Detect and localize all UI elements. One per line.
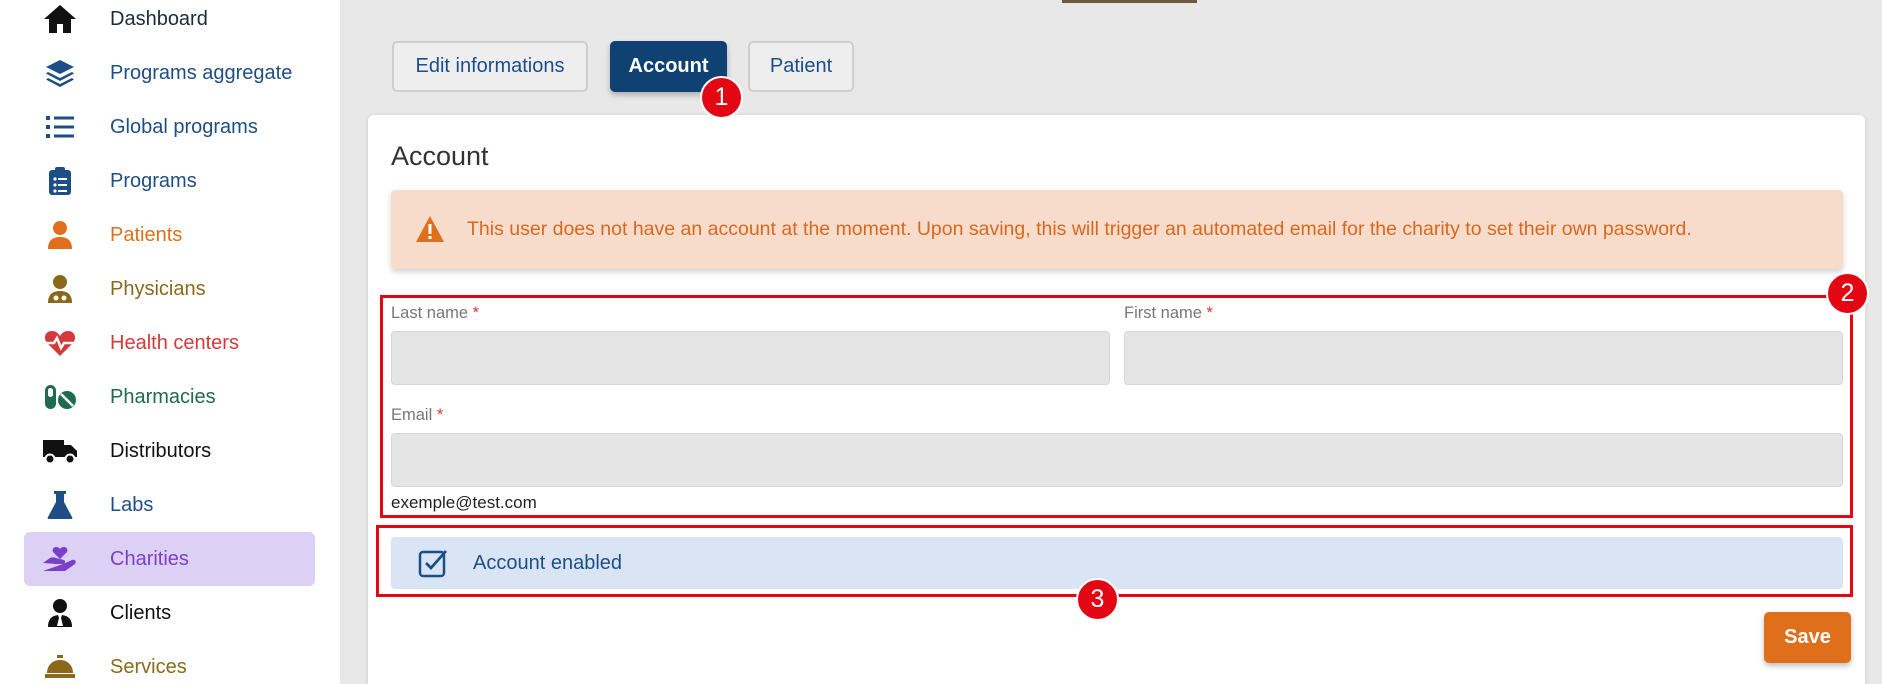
layers-icon: [40, 53, 80, 93]
account-enabled-label: Account enabled: [473, 551, 623, 574]
hand-holding-heart-icon: [40, 539, 80, 579]
sidebar-item-label: Dashboard: [110, 7, 208, 30]
concierge-bell-icon: [40, 647, 80, 684]
email-label: Email *: [391, 406, 444, 424]
warning-triangle-icon: [415, 215, 445, 245]
checkbox-checked-icon: [418, 548, 448, 578]
list-icon: [40, 107, 80, 147]
clipboard-list-icon: [40, 161, 80, 201]
sidebar-item-label: Pharmacies: [110, 385, 216, 408]
first-name-input[interactable]: [1124, 331, 1843, 385]
sidebar-item-clients[interactable]: Clients: [24, 586, 315, 640]
first-name-label: First name *: [1124, 304, 1213, 322]
email-input[interactable]: [391, 433, 1843, 487]
sidebar-item-label: Programs: [110, 169, 197, 192]
sidebar-item-health-centers[interactable]: Health centers: [24, 316, 315, 370]
account-alert: This user does not have an account at th…: [391, 190, 1843, 269]
last-name-input[interactable]: [391, 331, 1110, 385]
sidebar-item-label: Health centers: [110, 331, 239, 354]
home-icon: [40, 0, 80, 39]
last-name-label: Last name *: [391, 304, 480, 322]
heart-pulse-icon: [40, 323, 80, 363]
sidebar: Dashboard Programs aggregate Global prog…: [0, 0, 340, 684]
save-button[interactable]: Save: [1764, 612, 1851, 663]
sidebar-item-patients[interactable]: Patients: [24, 208, 315, 262]
sidebar-item-dashboard[interactable]: Dashboard: [24, 0, 315, 46]
sidebar-item-label: Clients: [110, 601, 172, 624]
tab-edit-informations[interactable]: Edit informations: [392, 41, 588, 92]
sidebar-item-label: Labs: [110, 493, 154, 516]
header-image-thumbnail: [1062, 0, 1197, 3]
sidebar-item-label: Patients: [110, 223, 183, 246]
truck-icon: [40, 431, 80, 471]
sidebar-item-programs-aggregate[interactable]: Programs aggregate: [24, 46, 315, 100]
sidebar-item-label: Distributors: [110, 439, 212, 462]
sidebar-item-label: Global programs: [110, 115, 258, 138]
sidebar-item-services[interactable]: Services: [24, 640, 315, 684]
sidebar-item-physicians[interactable]: Physicians: [24, 262, 315, 316]
annotation-badge-1: 1: [700, 76, 743, 119]
annotation-badge-2: 2: [1826, 272, 1869, 315]
sidebar-item-labs[interactable]: Labs: [24, 478, 315, 532]
user-tie-icon: [40, 593, 80, 633]
user-icon: [40, 215, 80, 255]
sidebar-item-label: Services: [110, 655, 187, 678]
annotation-badge-3: 3: [1076, 578, 1119, 621]
sidebar-item-label: Programs aggregate: [110, 61, 293, 84]
user-doctor-icon: [40, 269, 80, 309]
alert-text: This user does not have an account at th…: [467, 218, 1692, 240]
sidebar-item-label: Physicians: [110, 277, 206, 300]
sidebar-item-charities[interactable]: Charities: [24, 532, 315, 586]
email-hint: exemple@test.com: [391, 493, 537, 512]
tab-patient[interactable]: Patient: [748, 41, 854, 92]
account-enabled-checkbox[interactable]: Account enabled: [391, 537, 1843, 589]
sidebar-item-distributors[interactable]: Distributors: [24, 424, 315, 478]
sidebar-item-global-programs[interactable]: Global programs: [24, 100, 315, 154]
pills-icon: [40, 377, 80, 417]
page-title: Account: [391, 141, 489, 171]
sidebar-item-pharmacies[interactable]: Pharmacies: [24, 370, 315, 424]
sidebar-item-programs[interactable]: Programs: [24, 154, 315, 208]
sidebar-item-label: Charities: [110, 547, 189, 570]
flask-icon: [40, 485, 80, 525]
